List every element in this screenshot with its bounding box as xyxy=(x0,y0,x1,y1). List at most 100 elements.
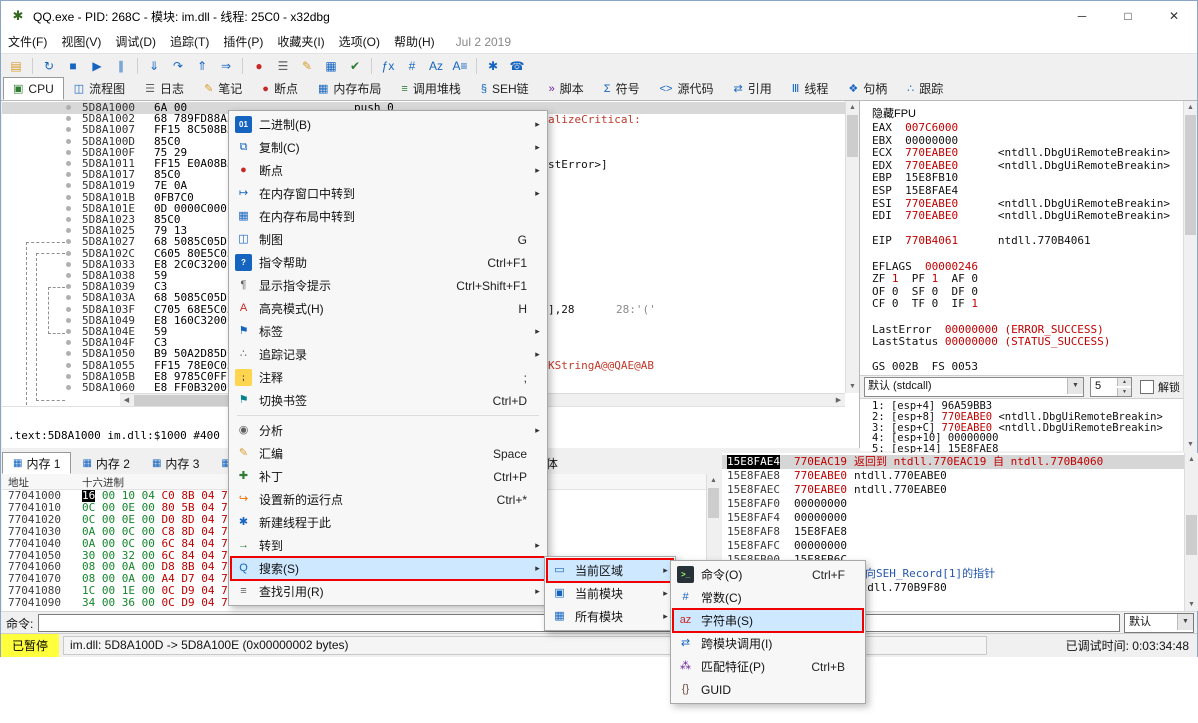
tab-script[interactable]: »脚本 xyxy=(539,77,594,100)
menu-item-pattern[interactable]: ⁂匹配特征(P)Ctrl+B xyxy=(673,655,863,678)
menu-item-label[interactable]: ⚑标签▸ xyxy=(231,320,545,343)
menubar-item-options[interactable]: 选项(O) xyxy=(332,31,387,53)
breakpoint-dot[interactable] xyxy=(66,228,71,233)
menu-item-command[interactable]: >_命令(O)Ctrl+F xyxy=(673,563,863,586)
run-icon[interactable]: ▶ xyxy=(86,56,108,76)
menu-item-patch[interactable]: ✚补丁Ctrl+P xyxy=(231,465,545,488)
menu-item-current-module[interactable]: ▣当前模块▸ xyxy=(547,582,673,605)
breakpoint-dot[interactable] xyxy=(66,116,71,121)
register-line[interactable]: CF 0 TF 0 IF 1 xyxy=(872,298,1182,311)
breakpoint-dot[interactable] xyxy=(66,340,71,345)
breakpoint-dot[interactable] xyxy=(66,139,71,144)
notes-icon[interactable]: ✎ xyxy=(296,56,318,76)
breakpoint-dot[interactable] xyxy=(66,206,71,211)
menu-item-set-new-origin[interactable]: ↪设置新的运行点Ctrl+* xyxy=(231,488,545,511)
check-icon[interactable]: ✔ xyxy=(344,56,366,76)
menubar-item-view[interactable]: 视图(V) xyxy=(54,31,108,53)
phone-icon[interactable]: ☎ xyxy=(506,56,528,76)
step-over-icon[interactable]: ↷ xyxy=(167,56,189,76)
scrollbar-thumb[interactable] xyxy=(1186,515,1197,555)
menu-item-intermodular-calls[interactable]: ⇄跨模块调用(I) xyxy=(673,632,863,655)
breakpoint-dot[interactable] xyxy=(66,262,71,267)
breakpoint-dot[interactable] xyxy=(66,385,71,390)
menu-item-toggle-bookmark[interactable]: ⚑切换书签Ctrl+D xyxy=(231,389,545,412)
stack-row[interactable]: 15E8FAFC00000000 xyxy=(722,539,1185,553)
tab-call-stack[interactable]: ≡调用堆栈 xyxy=(391,77,470,100)
menu-item-assemble[interactable]: ✎汇编Space xyxy=(231,442,545,465)
scroll-down-icon[interactable]: ▼ xyxy=(846,380,859,393)
pause-icon[interactable]: ∥ xyxy=(110,56,132,76)
run-to-user-code-icon[interactable]: ⇒ xyxy=(215,56,237,76)
scroll-down-icon[interactable]: ▼ xyxy=(1185,598,1198,611)
menu-item-follow-in-memory-map[interactable]: ▦在内存布局中转到 xyxy=(231,205,545,228)
tab-graph[interactable]: ◫流程图 xyxy=(64,77,135,100)
menubar-item-plugins[interactable]: 插件(P) xyxy=(216,31,270,53)
breakpoint-dot[interactable] xyxy=(66,329,71,334)
breakpoint-dot[interactable] xyxy=(66,127,71,132)
menubar-item-debug[interactable]: 调试(D) xyxy=(108,31,163,53)
menu-item-comment[interactable]: ;注释; xyxy=(231,366,545,389)
hide-fpu-button[interactable]: 隐藏FPU xyxy=(872,105,916,121)
menu-item-search-for[interactable]: Q搜索(S)▸ xyxy=(231,557,545,580)
menu-item-trace-record[interactable]: ∴追踪记录▸ xyxy=(231,343,545,366)
dropdown-arrow-icon[interactable]: ▼ xyxy=(1067,378,1083,394)
scrollbar-thumb[interactable] xyxy=(847,115,858,157)
menubar-item-trace[interactable]: 追踪(T) xyxy=(163,31,216,53)
scrollbar-thumb[interactable] xyxy=(1185,115,1196,235)
tab-dump-3[interactable]: ▦内存 3 xyxy=(141,452,210,474)
memory-map-icon[interactable]: ▦ xyxy=(320,56,342,76)
tab-trace[interactable]: ∴跟踪 xyxy=(897,77,953,100)
menu-item-go-to[interactable]: →转到▸ xyxy=(231,534,545,557)
tab-seh[interactable]: §SEH链 xyxy=(471,77,539,100)
stack-row[interactable]: 15E8FAF400000000 xyxy=(722,511,1185,525)
breakpoint-dot[interactable] xyxy=(66,284,71,289)
menu-item-graph[interactable]: ◫制图G xyxy=(231,228,545,251)
breakpoint-dot[interactable] xyxy=(66,363,71,368)
stop-icon[interactable]: ■ xyxy=(62,56,84,76)
stack-row[interactable]: 15E8FAE4770EAC19返回到 ntdll.770EAC19 自 ntd… xyxy=(722,455,1185,469)
step-out-icon[interactable]: ⇑ xyxy=(191,56,213,76)
breakpoint-dot[interactable] xyxy=(66,251,71,256)
breakpoint-dot[interactable] xyxy=(66,374,71,379)
unlock-checkbox[interactable] xyxy=(1140,380,1154,394)
scroll-up-icon[interactable]: ▲ xyxy=(1184,101,1197,114)
register-line[interactable]: EIP 770B4061 ntdll.770B4061 xyxy=(872,235,1182,248)
breakpoint-dot[interactable] xyxy=(66,318,71,323)
register-line[interactable]: LastStatus 00000000 (STATUS_SUCCESS) xyxy=(872,336,1182,349)
stack-row[interactable]: 15E8FAF815E8FAE8 xyxy=(722,525,1185,539)
log-icon[interactable]: ☰ xyxy=(272,56,294,76)
dropdown-arrow-icon[interactable]: ▼ xyxy=(1177,614,1193,630)
menu-item-string-references[interactable]: az字符串(S) xyxy=(673,609,863,632)
scrollbar-thumb[interactable] xyxy=(708,488,719,518)
menu-item-find-references[interactable]: ≡查找引用(R)▸ xyxy=(231,580,545,603)
scroll-up-icon[interactable]: ▲ xyxy=(846,101,859,114)
stack-row[interactable]: 15E8FAE8770EABE0ntdll.770EABE0 xyxy=(722,469,1185,483)
menu-item-create-new-thread[interactable]: ✱新建线程于此 xyxy=(231,511,545,534)
tab-dump-1[interactable]: ▦内存 1 xyxy=(2,452,71,474)
menu-item-highlighting-mode[interactable]: A高亮模式(H)H xyxy=(231,297,545,320)
tab-notes[interactable]: ✎笔记 xyxy=(194,77,252,100)
menubar-item-file[interactable]: 文件(F) xyxy=(1,31,54,53)
restart-icon[interactable]: ↻ xyxy=(38,56,60,76)
open-file-icon[interactable]: ▤ xyxy=(5,56,27,76)
breakpoint-dot[interactable] xyxy=(66,217,71,222)
tab-memory-map[interactable]: ▦内存布局 xyxy=(308,77,391,100)
menubar-item-help[interactable]: 帮助(H) xyxy=(387,31,442,53)
breakpoint-dot[interactable] xyxy=(66,161,71,166)
stack-vertical-scrollbar[interactable]: ▲ ▼ xyxy=(1184,453,1198,611)
tab-cpu[interactable]: ▣CPU xyxy=(3,77,64,100)
tab-breakpoints[interactable]: ●断点 xyxy=(252,77,308,100)
registers-vertical-scrollbar[interactable]: ▲ ▼ xyxy=(1183,101,1197,451)
record-icon[interactable]: ● xyxy=(248,56,270,76)
tab-references[interactable]: ⇄引用 xyxy=(723,77,781,100)
breakpoint-dot[interactable] xyxy=(66,105,71,110)
register-line[interactable]: EDI 770EABE0 <ntdll.DbgUiRemoteBreakin> xyxy=(872,210,1182,223)
menu-item-binary[interactable]: 01二进制(B)▸ xyxy=(231,113,545,136)
menu-item-current-region[interactable]: ▭当前区域▸ xyxy=(547,559,673,582)
az-icon[interactable]: Az xyxy=(425,56,447,76)
tab-handles[interactable]: ❖句柄 xyxy=(838,77,897,100)
breakpoint-dot[interactable] xyxy=(66,172,71,177)
breakpoint-dot[interactable] xyxy=(66,273,71,278)
minimize-button[interactable]: ─ xyxy=(1059,1,1105,31)
tab-log[interactable]: ☰日志 xyxy=(135,77,194,100)
